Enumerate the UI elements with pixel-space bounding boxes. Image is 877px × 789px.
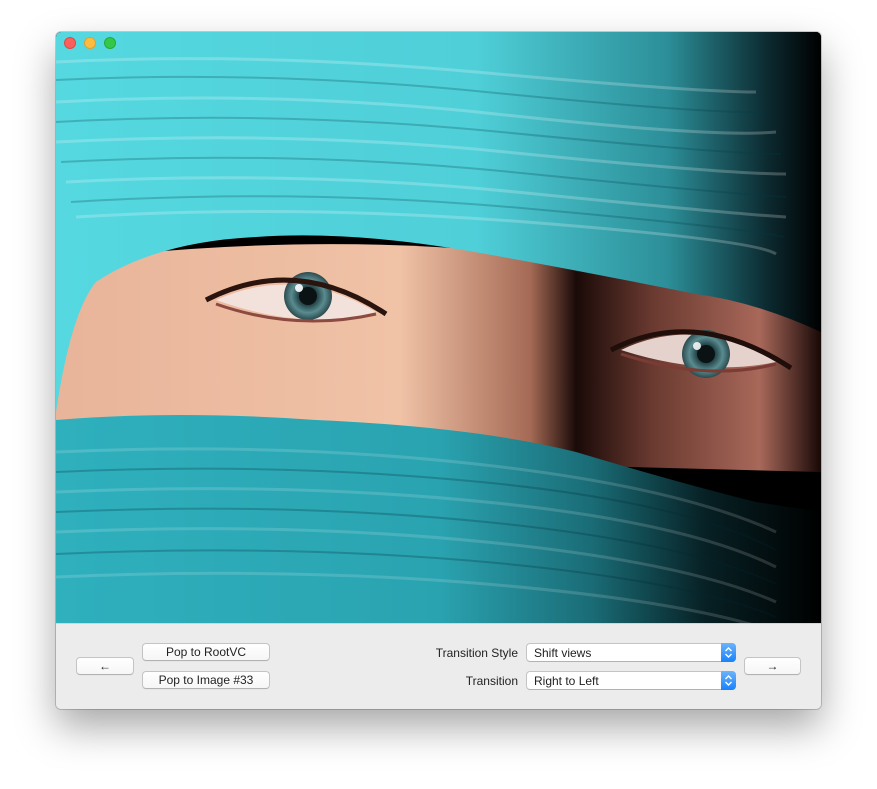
app-window: ← Pop to RootVC Pop to Image #33 Transit…: [56, 32, 821, 709]
photo-image: [56, 32, 821, 623]
forward-button[interactable]: →: [744, 657, 801, 675]
transition-style-label: Transition Style: [435, 646, 518, 660]
traffic-lights: [64, 37, 116, 49]
transition-style-popup[interactable]: Shift views: [526, 643, 736, 662]
transition-style-value: Shift views: [534, 645, 592, 660]
transition-value: Right to Left: [534, 673, 599, 688]
pop-to-root-label: Pop to RootVC: [165, 645, 247, 659]
close-window-button[interactable]: [64, 37, 76, 49]
pop-to-image-label: Pop to Image #33: [158, 673, 254, 687]
zoom-window-button[interactable]: [104, 37, 116, 49]
right-arrow-icon: →: [766, 659, 779, 673]
chevron-updown-icon: [721, 671, 736, 690]
transition-label: Transition: [465, 674, 518, 688]
left-arrow-icon: ←: [99, 659, 111, 673]
photo-view: [56, 32, 821, 623]
back-button[interactable]: ←: [76, 657, 134, 675]
minimize-window-button[interactable]: [84, 37, 96, 49]
bottom-toolbar: ← Pop to RootVC Pop to Image #33 Transit…: [56, 623, 821, 709]
transition-popup[interactable]: Right to Left: [526, 671, 736, 690]
chevron-updown-icon: [721, 643, 736, 662]
pop-to-image-button[interactable]: Pop to Image #33: [142, 671, 270, 689]
pop-to-root-button[interactable]: Pop to RootVC: [142, 643, 270, 661]
